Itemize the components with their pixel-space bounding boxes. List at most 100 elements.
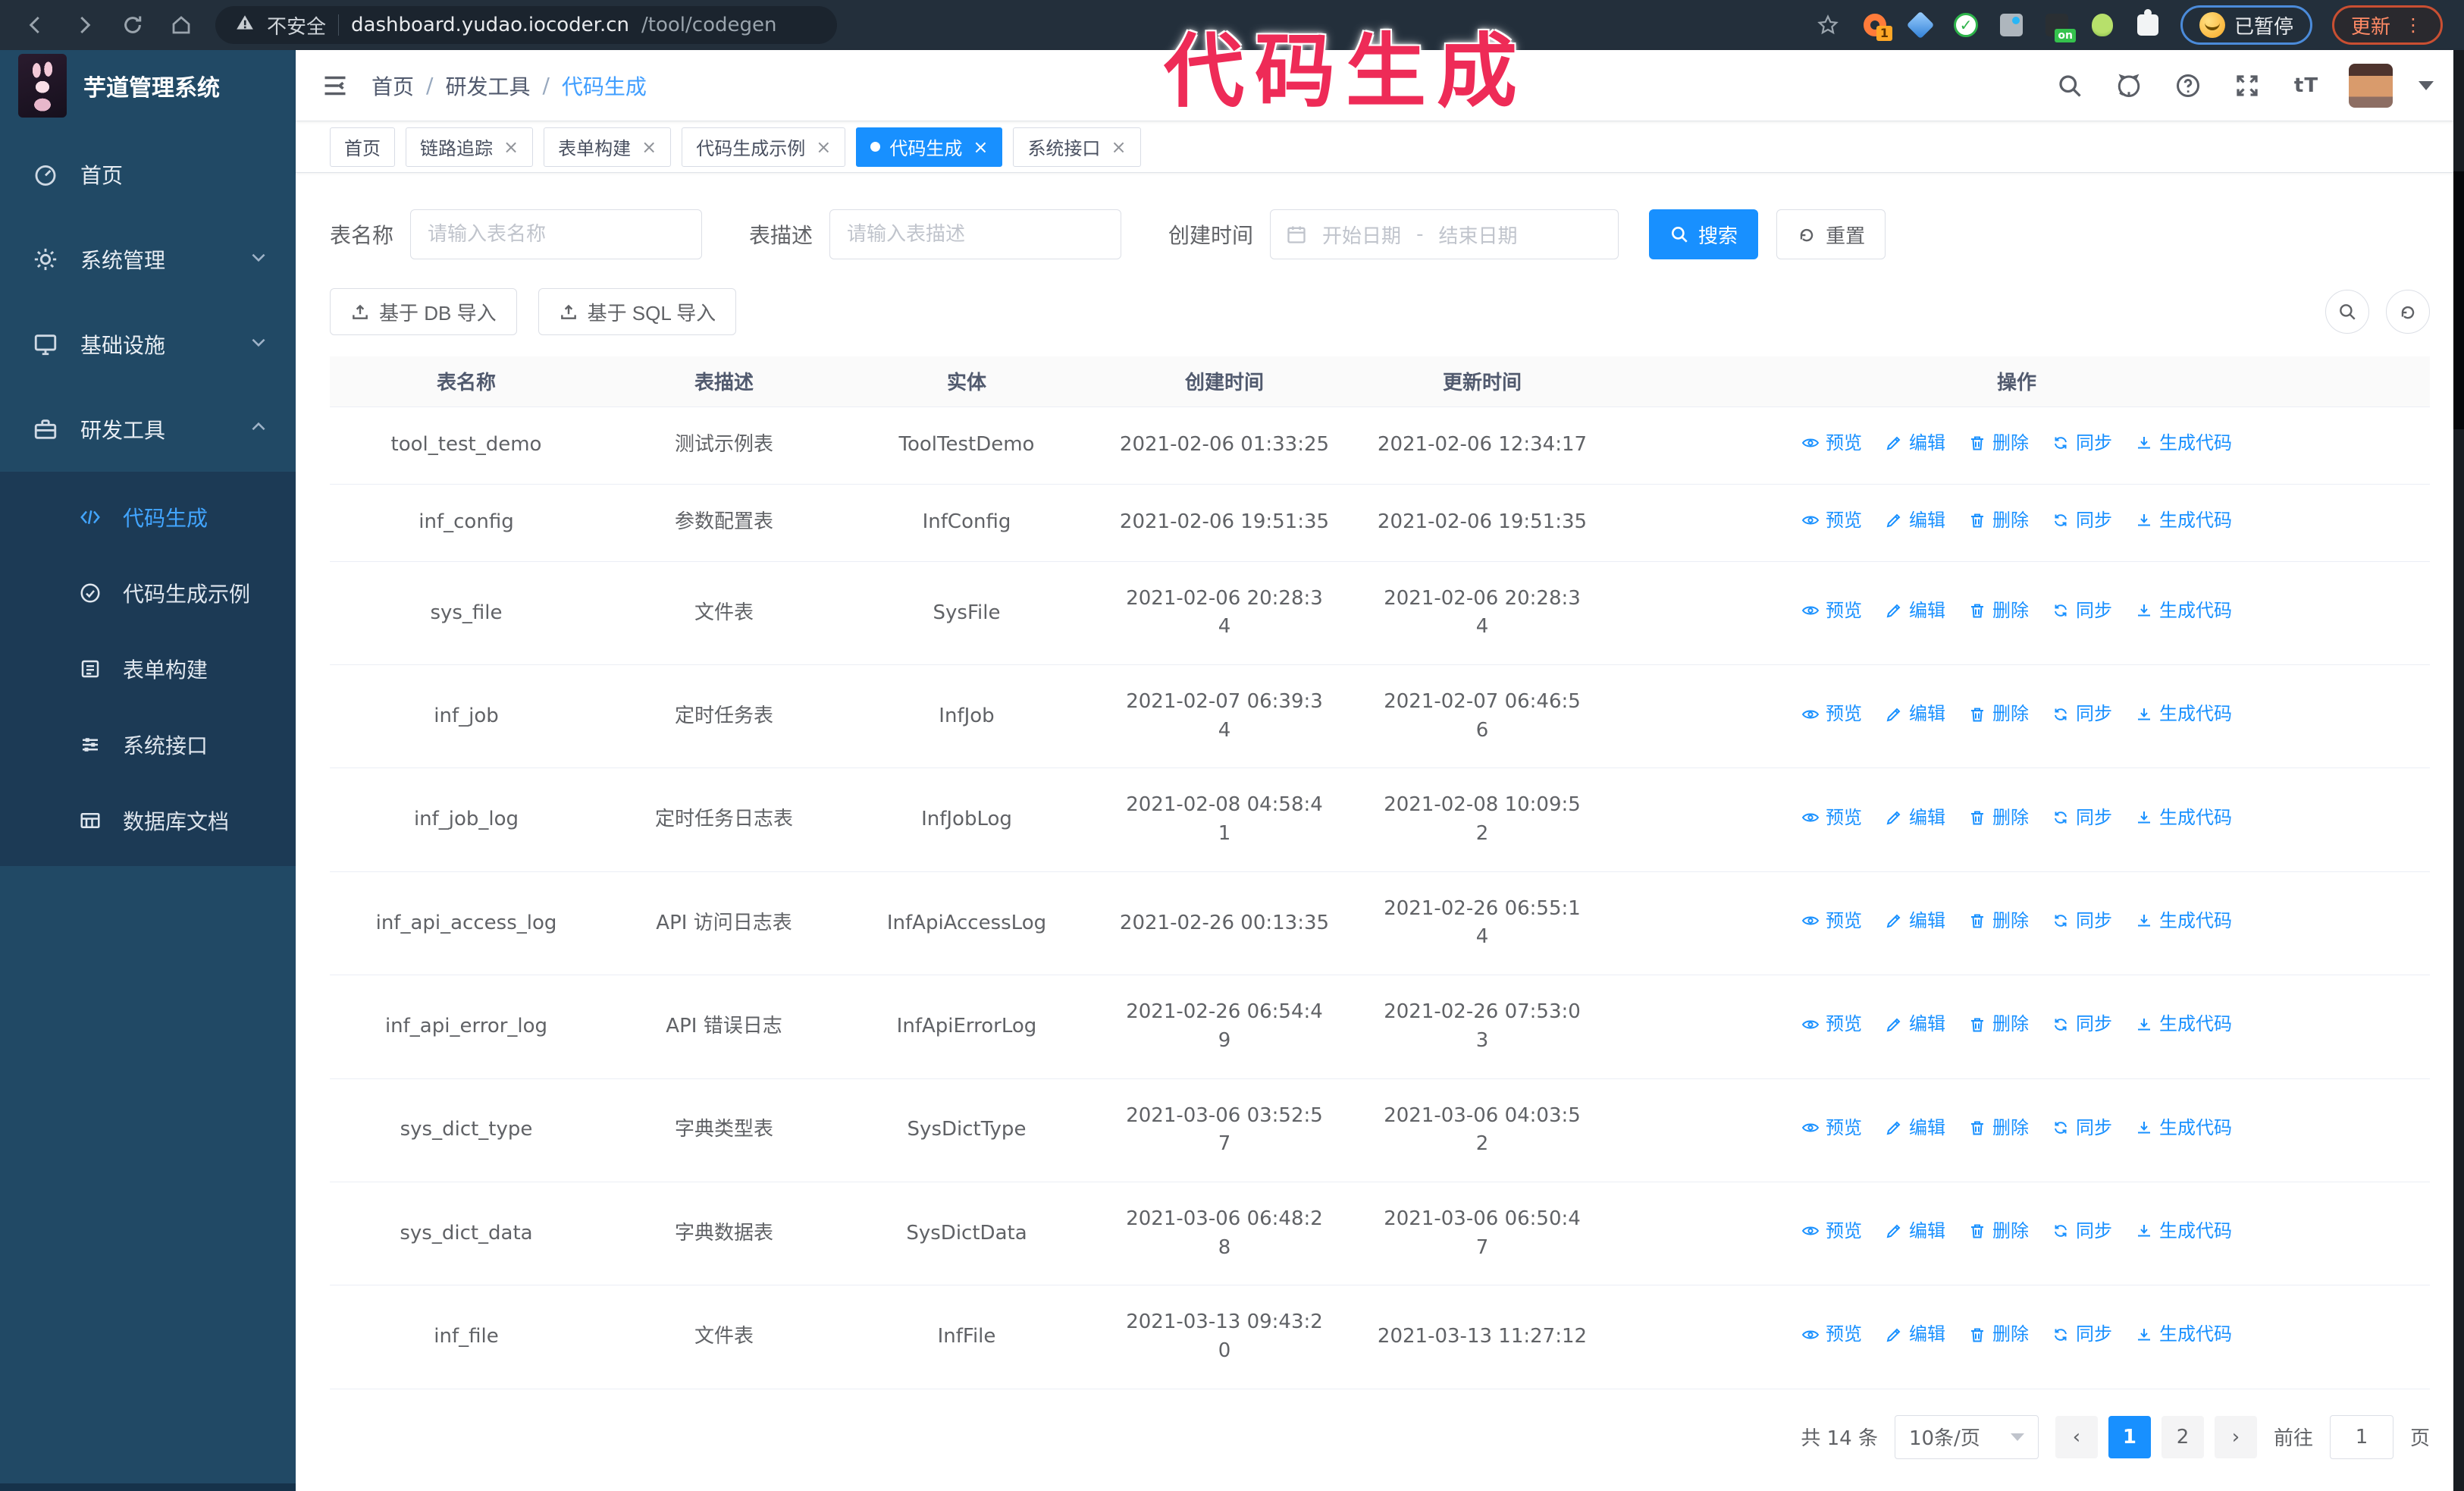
import-sql-button[interactable]: 基于 SQL 导入 (538, 288, 737, 335)
browser-scrollbar[interactable] (2453, 50, 2464, 1491)
table-name-input[interactable] (410, 209, 703, 259)
close-icon[interactable]: × (641, 137, 657, 158)
action-sync-link[interactable]: 同步 (2052, 805, 2112, 831)
action-edit-link[interactable]: 编辑 (1885, 1218, 1945, 1245)
tab-首页[interactable]: 首页 (330, 127, 395, 167)
tab-代码生成[interactable]: 代码生成 × (856, 127, 1003, 167)
action-generate-link[interactable]: 生成代码 (2135, 598, 2232, 624)
action-preview-link[interactable]: 预览 (1801, 1115, 1862, 1141)
action-preview-link[interactable]: 预览 (1801, 1321, 1862, 1348)
close-icon[interactable]: × (1111, 137, 1126, 158)
action-delete-link[interactable]: 删除 (1968, 805, 2029, 831)
action-generate-link[interactable]: 生成代码 (2135, 1115, 2232, 1141)
extension-check-icon[interactable]: ✓ (1953, 12, 1979, 38)
security-warning-icon[interactable] (235, 13, 255, 38)
action-preview-link[interactable]: 预览 (1801, 1218, 1862, 1245)
action-generate-link[interactable]: 生成代码 (2135, 908, 2232, 934)
url-host[interactable]: dashboard.yudao.iocoder.cn (351, 14, 629, 36)
search-icon[interactable] (2053, 69, 2086, 102)
action-sync-link[interactable]: 同步 (2052, 598, 2112, 624)
action-edit-link[interactable]: 编辑 (1885, 908, 1945, 934)
action-generate-link[interactable]: 生成代码 (2135, 805, 2232, 831)
action-delete-link[interactable]: 删除 (1968, 430, 2029, 457)
prev-page-button[interactable]: ‹ (2055, 1415, 2098, 1458)
font-size-icon[interactable]: tT (2290, 69, 2323, 102)
action-preview-link[interactable]: 预览 (1801, 507, 1862, 534)
security-label[interactable]: 不安全 (267, 11, 326, 39)
breadcrumb-home[interactable]: 首页 (371, 71, 414, 101)
fullscreen-icon[interactable] (2230, 69, 2264, 102)
bookmark-star-icon[interactable] (1814, 11, 1842, 39)
action-delete-link[interactable]: 删除 (1968, 598, 2029, 624)
extension-alien-icon[interactable] (2089, 12, 2115, 38)
help-icon[interactable] (2171, 69, 2205, 102)
action-sync-link[interactable]: 同步 (2052, 507, 2112, 534)
action-delete-link[interactable]: 删除 (1968, 1011, 2029, 1037)
tab-系统接口[interactable]: 系统接口 × (1013, 127, 1141, 167)
action-delete-link[interactable]: 删除 (1968, 701, 2029, 727)
sidebar-item-devtools[interactable]: 研发工具 (0, 387, 296, 472)
app-logo[interactable]: 芋道管理系统 (0, 50, 296, 121)
action-edit-link[interactable]: 编辑 (1885, 1115, 1945, 1141)
import-db-button[interactable]: 基于 DB 导入 (330, 288, 517, 335)
sidebar-item-system[interactable]: 系统管理 (0, 217, 296, 302)
action-sync-link[interactable]: 同步 (2052, 1321, 2112, 1348)
sidebar-item-db-doc[interactable]: 数据库文档 (0, 783, 296, 859)
close-icon[interactable]: × (973, 137, 988, 158)
browser-forward-icon[interactable] (70, 11, 99, 39)
reset-button[interactable]: 重置 (1776, 209, 1886, 259)
action-edit-link[interactable]: 编辑 (1885, 598, 1945, 624)
action-preview-link[interactable]: 预览 (1801, 598, 1862, 624)
action-delete-link[interactable]: 删除 (1968, 507, 2029, 534)
extension-gem-icon[interactable] (1906, 11, 1935, 39)
close-icon[interactable]: × (816, 137, 831, 158)
action-preview-link[interactable]: 预览 (1801, 430, 1862, 457)
action-edit-link[interactable]: 编辑 (1885, 701, 1945, 727)
browser-back-icon[interactable] (21, 11, 50, 39)
action-edit-link[interactable]: 编辑 (1885, 430, 1945, 457)
action-generate-link[interactable]: 生成代码 (2135, 701, 2232, 727)
action-sync-link[interactable]: 同步 (2052, 908, 2112, 934)
url-path[interactable]: /tool/codegen (641, 14, 776, 36)
page-size-select[interactable]: 10条/页 (1894, 1414, 2039, 1459)
scrollbar-thumb[interactable] (2453, 171, 2464, 429)
action-generate-link[interactable]: 生成代码 (2135, 1218, 2232, 1245)
browser-update-button[interactable]: 更新 ⋮ (2331, 5, 2443, 45)
github-icon[interactable] (2112, 69, 2146, 102)
user-avatar[interactable] (2349, 63, 2393, 108)
page-button-1[interactable]: 1 (2108, 1415, 2151, 1458)
browser-reload-icon[interactable] (118, 11, 147, 39)
action-delete-link[interactable]: 删除 (1968, 1115, 2029, 1141)
tab-代码生成示例[interactable]: 代码生成示例 × (682, 127, 846, 167)
action-edit-link[interactable]: 编辑 (1885, 1011, 1945, 1037)
extension-proxy-icon[interactable]: on (2044, 12, 2076, 42)
action-preview-link[interactable]: 预览 (1801, 908, 1862, 934)
browser-home-icon[interactable] (167, 11, 196, 39)
next-page-button[interactable]: › (2214, 1415, 2257, 1458)
action-preview-link[interactable]: 预览 (1801, 1011, 1862, 1037)
action-sync-link[interactable]: 同步 (2052, 430, 2112, 457)
search-button[interactable]: 搜索 (1649, 209, 1759, 259)
toggle-search-button[interactable] (2325, 290, 2369, 334)
address-bar[interactable]: 不安全 dashboard.yudao.iocoder.cn/tool/code… (215, 6, 837, 44)
action-preview-link[interactable]: 预览 (1801, 701, 1862, 727)
action-edit-link[interactable]: 编辑 (1885, 507, 1945, 534)
sidebar-item-codegen[interactable]: 代码生成 (0, 479, 296, 555)
breadcrumb-devtools[interactable]: 研发工具 (445, 71, 530, 101)
tab-表单构建[interactable]: 表单构建 × (544, 127, 672, 167)
sidebar-item-infra[interactable]: 基础设施 (0, 302, 296, 387)
close-icon[interactable]: × (503, 137, 519, 158)
sidebar-item-home[interactable]: 首页 (0, 132, 296, 217)
refresh-table-button[interactable] (2386, 290, 2430, 334)
action-delete-link[interactable]: 删除 (1968, 1218, 2029, 1245)
user-menu-caret-icon[interactable] (2419, 80, 2434, 90)
action-sync-link[interactable]: 同步 (2052, 1115, 2112, 1141)
action-edit-link[interactable]: 编辑 (1885, 1321, 1945, 1348)
action-sync-link[interactable]: 同步 (2052, 1218, 2112, 1245)
tab-链路追踪[interactable]: 链路追踪 × (406, 127, 534, 167)
action-generate-link[interactable]: 生成代码 (2135, 430, 2232, 457)
action-sync-link[interactable]: 同步 (2052, 701, 2112, 727)
action-generate-link[interactable]: 生成代码 (2135, 507, 2232, 534)
sidebar-item-codegen-example[interactable]: 代码生成示例 (0, 555, 296, 631)
page-button-2[interactable]: 2 (2161, 1415, 2204, 1458)
